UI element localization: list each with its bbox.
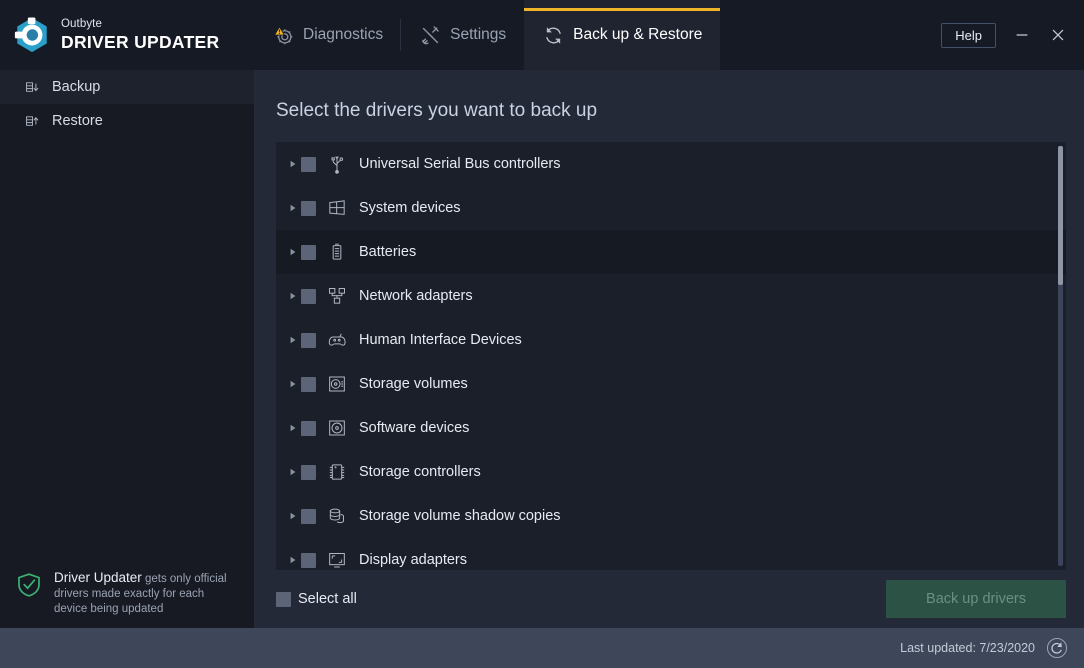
row-label: Network adapters: [359, 288, 473, 304]
sidebar-item-restore[interactable]: Restore: [0, 104, 254, 138]
shield-check-icon: [16, 572, 42, 598]
promo-strong-text: Driver Updater: [54, 570, 142, 585]
back-up-drivers-button[interactable]: Back up drivers: [886, 580, 1066, 618]
display-adapter-icon: [326, 549, 348, 570]
window-controls: Help: [941, 0, 1084, 70]
refresh-circular-arrows-icon: [542, 24, 564, 46]
row-checkbox[interactable]: [301, 156, 316, 172]
table-row[interactable]: Display adapters: [276, 538, 1066, 570]
refresh-circle-icon[interactable]: [1046, 637, 1068, 659]
database-stack-icon: [326, 505, 348, 527]
expand-triangle-icon[interactable]: [285, 204, 301, 212]
scrollbar-thumb[interactable]: [1058, 146, 1063, 285]
row-checkbox[interactable]: [301, 288, 316, 304]
action-bar: Select all Back up drivers: [254, 570, 1084, 628]
scrollbar-track[interactable]: [1058, 146, 1063, 566]
statusbar: Last updated: 7/23/2020: [0, 628, 1084, 668]
minimize-icon[interactable]: [1012, 25, 1032, 45]
backup-download-icon: [23, 78, 41, 96]
main-tabs: Diagnostics Settings Back up & Restore H…: [254, 0, 1084, 70]
chip-icon: [326, 461, 348, 483]
row-label: Storage volumes: [359, 376, 468, 392]
row-label: Human Interface Devices: [359, 332, 522, 348]
row-checkbox[interactable]: [301, 420, 316, 436]
brand-main-label: DRIVER UPDATER: [61, 31, 220, 52]
close-icon[interactable]: [1048, 25, 1068, 45]
gamepad-icon: [326, 329, 348, 351]
row-checkbox[interactable]: [301, 508, 316, 524]
app-window: Outbyte DRIVER UPDATER Diagnostics Setti…: [0, 0, 1084, 668]
expand-triangle-icon[interactable]: [285, 556, 301, 564]
help-button[interactable]: Help: [941, 22, 996, 48]
brand-top-label: Outbyte: [61, 18, 102, 30]
expand-triangle-icon[interactable]: [285, 160, 301, 168]
gear-warning-icon: [272, 24, 294, 46]
promo-text: Driver Updater gets only official driver…: [54, 570, 240, 617]
last-updated-label: Last updated: 7/23/2020: [900, 641, 1035, 655]
expand-triangle-icon[interactable]: [285, 380, 301, 388]
table-row[interactable]: Storage volumes: [276, 362, 1066, 406]
table-row[interactable]: Software devices: [276, 406, 1066, 450]
usb-icon: [326, 153, 348, 175]
main-panel: Select the drivers you want to back up U…: [254, 70, 1084, 628]
tab-diagnostics[interactable]: Diagnostics: [254, 0, 402, 70]
sidebar: Backup Restore Driver Updater gets only …: [0, 70, 254, 628]
row-checkbox[interactable]: [301, 464, 316, 480]
table-row[interactable]: Storage volume shadow copies: [276, 494, 1066, 538]
outbyte-hexagon-gear-logo-icon: [13, 16, 51, 54]
titlebar: Outbyte DRIVER UPDATER Diagnostics Setti…: [0, 0, 1084, 70]
tab-settings[interactable]: Settings: [401, 0, 524, 70]
table-row[interactable]: Batteries: [276, 230, 1066, 274]
tab-diagnostics-label: Diagnostics: [303, 26, 384, 43]
expand-triangle-icon[interactable]: [285, 512, 301, 520]
restore-upload-icon: [23, 112, 41, 130]
row-checkbox[interactable]: [301, 244, 316, 260]
row-label: Batteries: [359, 244, 417, 260]
brand-area: Outbyte DRIVER UPDATER: [0, 0, 254, 70]
row-label: System devices: [359, 200, 461, 216]
promo-banner: Driver Updater gets only official driver…: [0, 554, 254, 622]
tab-backup-and-restore-label: Back up & Restore: [573, 26, 703, 43]
table-row[interactable]: Network adapters: [276, 274, 1066, 318]
select-all-checkbox-box[interactable]: [276, 591, 291, 607]
windows-logo-icon: [326, 197, 348, 219]
battery-icon: [326, 241, 348, 263]
software-disc-icon: [326, 417, 348, 439]
sidebar-item-backup[interactable]: Backup: [0, 70, 254, 104]
row-checkbox[interactable]: [301, 332, 316, 348]
body: Backup Restore Driver Updater gets only …: [0, 70, 1084, 628]
expand-triangle-icon[interactable]: [285, 424, 301, 432]
row-label: Display adapters: [359, 552, 467, 568]
storage-volume-disk-icon: [326, 373, 348, 395]
select-all-label: Select all: [298, 591, 357, 607]
driver-list-container: Universal Serial Bus controllers System …: [276, 142, 1066, 570]
driver-list[interactable]: Universal Serial Bus controllers System …: [276, 142, 1066, 570]
row-checkbox[interactable]: [301, 200, 316, 216]
row-label: Storage volume shadow copies: [359, 508, 561, 524]
select-all-checkbox[interactable]: Select all: [276, 591, 357, 607]
expand-triangle-icon[interactable]: [285, 468, 301, 476]
row-label: Storage controllers: [359, 464, 481, 480]
tab-backup-and-restore[interactable]: Back up & Restore: [524, 0, 721, 70]
sidebar-item-backup-label: Backup: [52, 79, 101, 95]
table-row[interactable]: System devices: [276, 186, 1066, 230]
expand-triangle-icon[interactable]: [285, 292, 301, 300]
table-row[interactable]: Universal Serial Bus controllers: [276, 142, 1066, 186]
tab-settings-label: Settings: [450, 26, 507, 43]
row-label: Software devices: [359, 420, 470, 436]
table-row[interactable]: Human Interface Devices: [276, 318, 1066, 362]
expand-triangle-icon[interactable]: [285, 336, 301, 344]
page-title: Select the drivers you want to back up: [276, 100, 598, 121]
table-row[interactable]: Storage controllers: [276, 450, 1066, 494]
expand-triangle-icon[interactable]: [285, 248, 301, 256]
row-label: Universal Serial Bus controllers: [359, 156, 561, 172]
network-adapter-icon: [326, 285, 348, 307]
wrench-screwdriver-icon: [419, 24, 441, 46]
row-checkbox[interactable]: [301, 552, 316, 568]
row-checkbox[interactable]: [301, 376, 316, 392]
sidebar-item-restore-label: Restore: [52, 113, 103, 129]
